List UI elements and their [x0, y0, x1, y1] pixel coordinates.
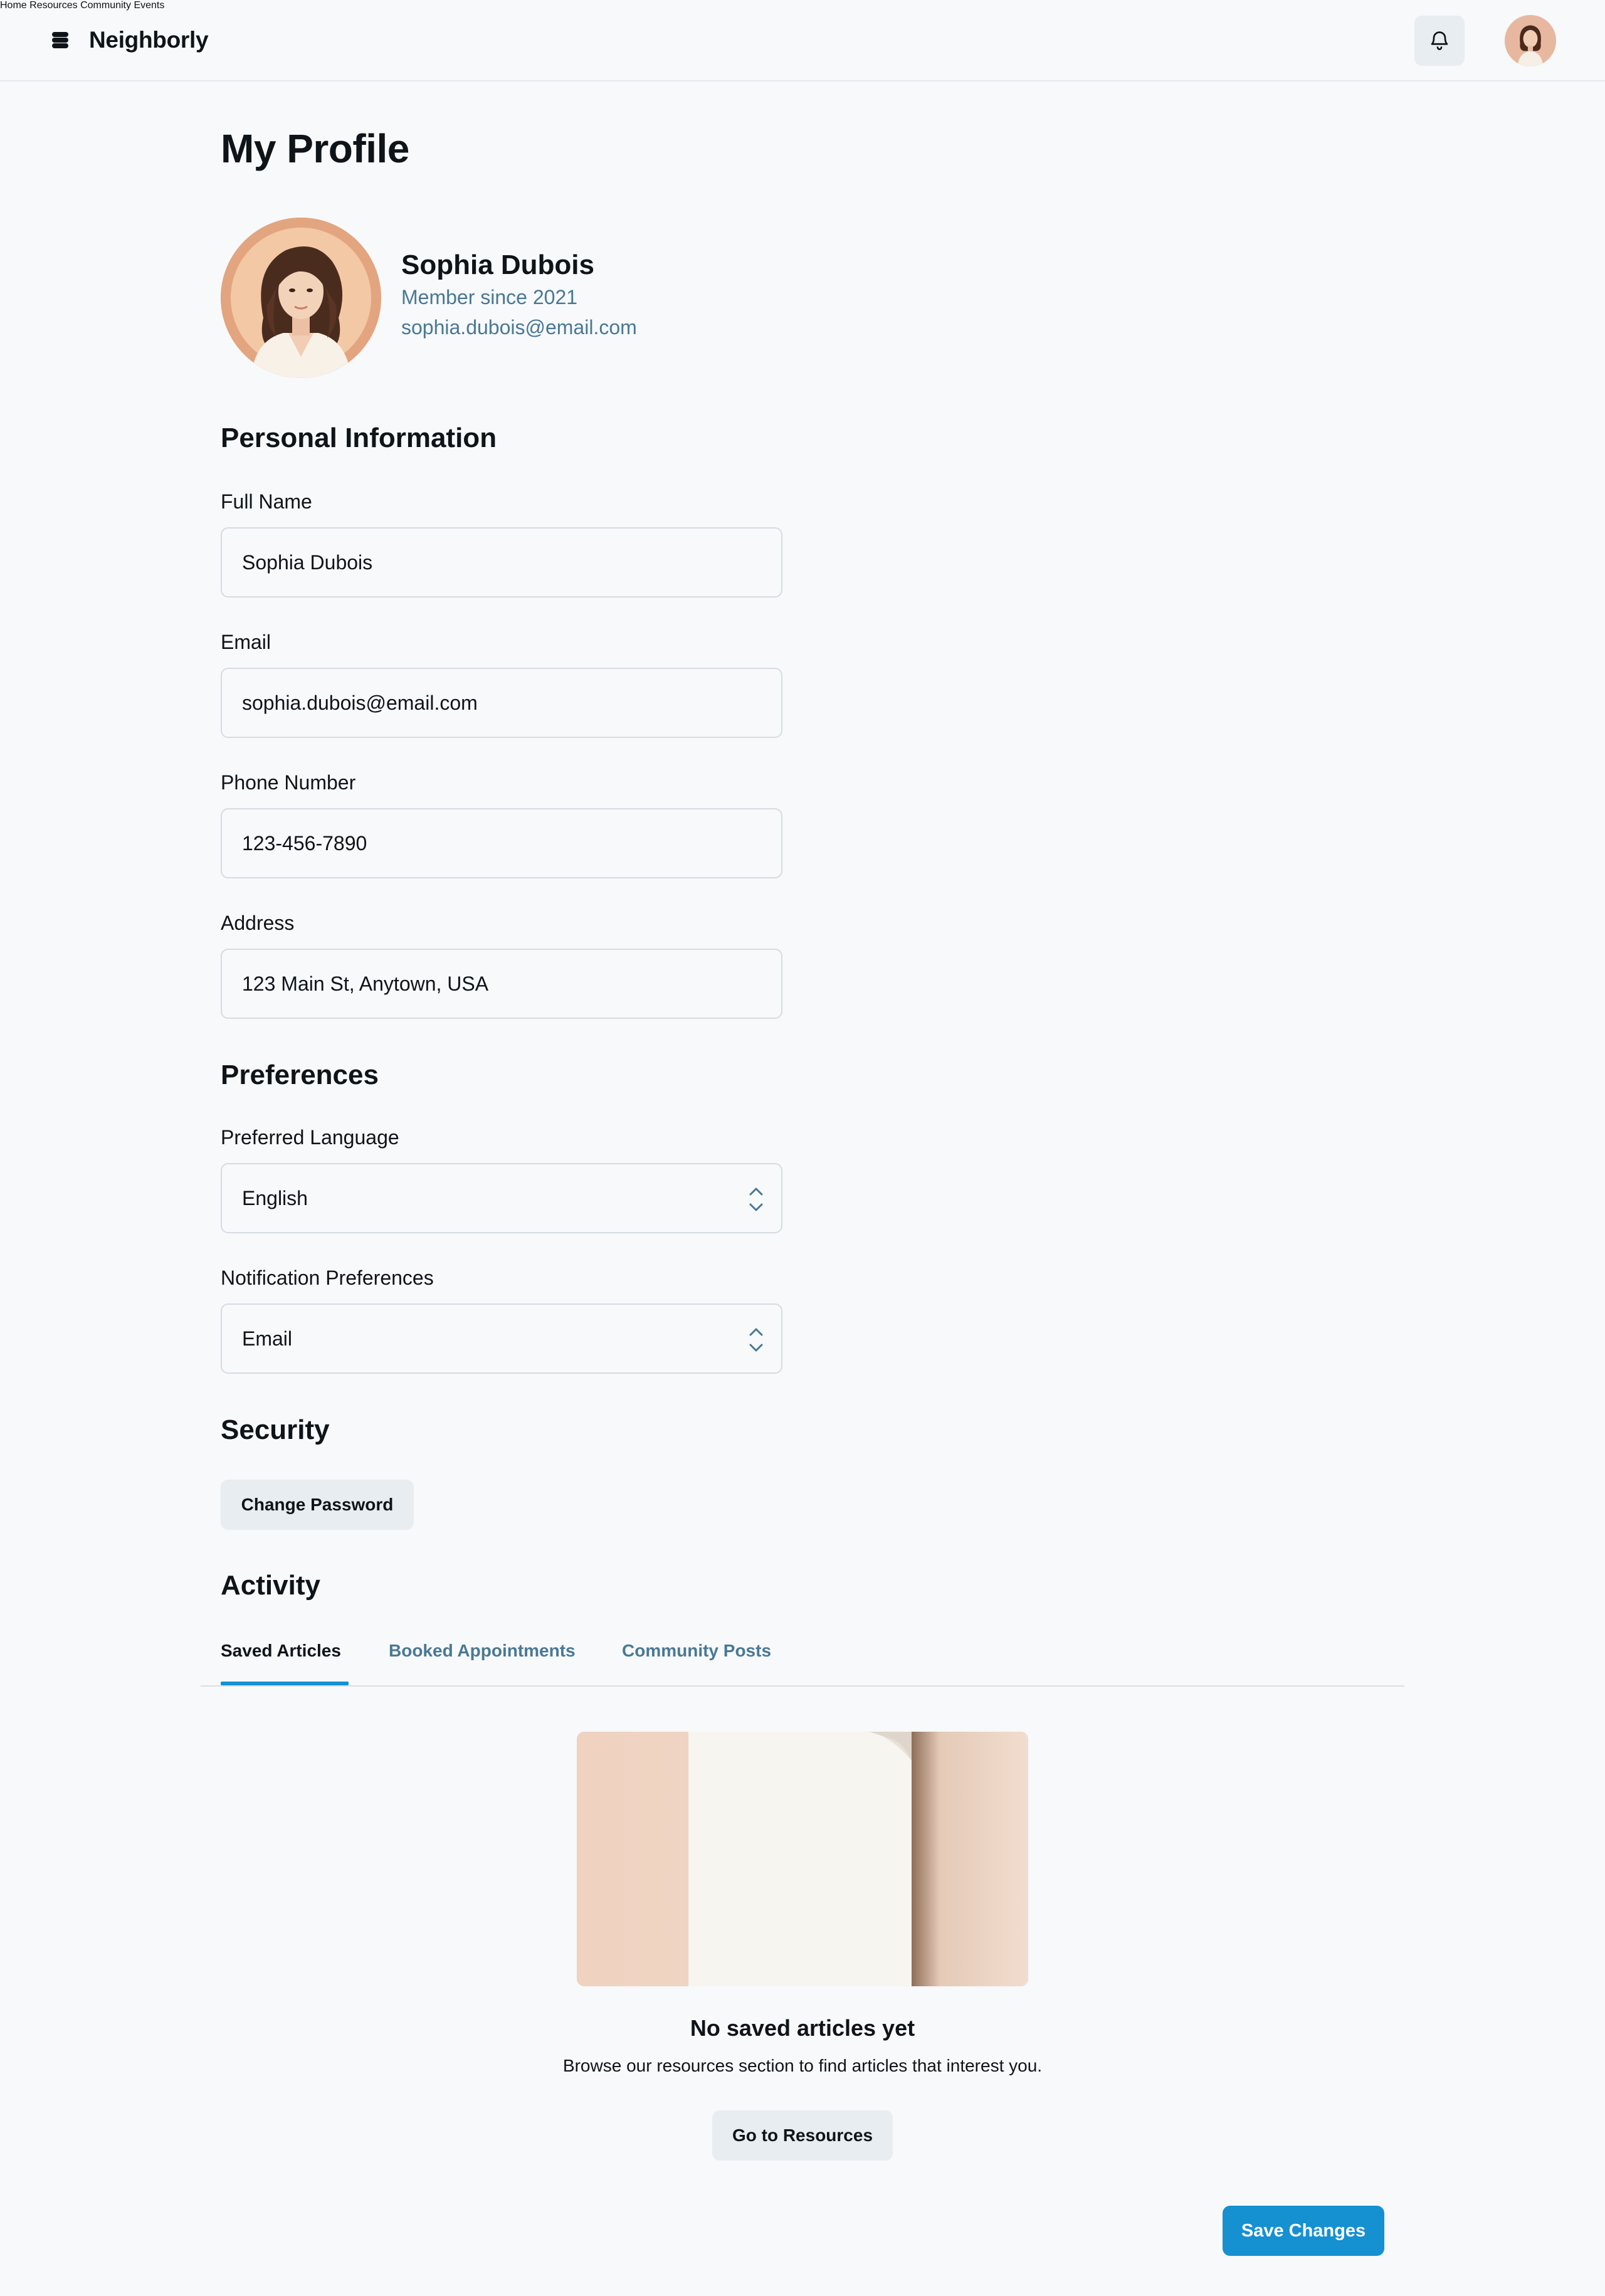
chevron-up-down-icon: [749, 1328, 763, 1352]
empty-state-title: No saved articles yet: [690, 2015, 915, 2041]
address-value: 123 Main St, Anytown, USA: [242, 972, 489, 995]
notifications-button[interactable]: [1414, 16, 1465, 66]
bell-icon: [1431, 31, 1448, 50]
security-heading: Security: [221, 1414, 330, 1445]
address-label: Address: [221, 912, 295, 934]
language-select[interactable]: English: [221, 1163, 782, 1233]
main-nav: Home Resources Community Events: [0, 0, 1605, 11]
save-changes-button[interactable]: Save Changes: [1223, 2206, 1384, 2256]
page-title: My Profile: [221, 126, 409, 171]
tab-community-posts[interactable]: Community Posts: [622, 1641, 771, 1661]
change-password-button[interactable]: Change Password: [221, 1480, 414, 1530]
phone-value: 123-456-7890: [242, 831, 367, 855]
profile-email: sophia.dubois@email.com: [401, 316, 637, 339]
empty-state-illustration: [577, 1732, 1028, 1986]
tab-saved-articles[interactable]: Saved Articles: [221, 1641, 341, 1661]
tabs-divider: [201, 1685, 1404, 1687]
nav-link-home[interactable]: Home: [0, 0, 27, 11]
nav-link-community[interactable]: Community: [80, 0, 131, 11]
full-name-value: Sophia Dubois: [242, 550, 373, 574]
profile-avatar[interactable]: [221, 218, 381, 378]
user-avatar[interactable]: [1505, 15, 1556, 66]
full-name-label: Full Name: [221, 490, 312, 513]
phone-label: Phone Number: [221, 771, 356, 794]
tab-booked-appointments[interactable]: Booked Appointments: [389, 1641, 576, 1661]
stack-logo-icon: [50, 30, 70, 50]
top-navigation-bar: Neighborly Home Resources Community Even…: [0, 0, 1605, 82]
chevron-up-down-icon: [749, 1187, 763, 1211]
nav-link-resources[interactable]: Resources: [29, 0, 77, 11]
email-value: sophia.dubois@email.com: [242, 691, 478, 714]
empty-state-subtitle: Browse our resources section to find art…: [562, 2056, 1043, 2075]
personal-info-heading: Personal Information: [221, 423, 497, 453]
preferences-heading: Preferences: [221, 1060, 379, 1090]
member-since: Member since 2021: [401, 286, 578, 308]
activity-heading: Activity: [221, 1570, 320, 1601]
profile-portrait: [221, 218, 381, 378]
email-label: Email: [221, 631, 271, 653]
brand-name: Neighborly: [89, 27, 209, 53]
avatar-portrait: [1505, 15, 1556, 66]
notification-select[interactable]: Email: [221, 1303, 782, 1374]
nav-link-events[interactable]: Events: [134, 0, 164, 11]
full-name-field[interactable]: Sophia Dubois: [221, 527, 782, 598]
brand-logo[interactable]: Neighborly: [50, 24, 209, 56]
profile-name: Sophia Dubois: [401, 250, 594, 280]
phone-field[interactable]: 123-456-7890: [221, 808, 782, 878]
language-label: Preferred Language: [221, 1126, 399, 1149]
address-field[interactable]: 123 Main St, Anytown, USA: [221, 949, 782, 1019]
go-to-resources-button[interactable]: Go to Resources: [712, 2110, 893, 2161]
notification-value: Email: [242, 1327, 293, 1350]
notification-label: Notification Preferences: [221, 1266, 434, 1289]
language-value: English: [242, 1186, 308, 1209]
email-field[interactable]: sophia.dubois@email.com: [221, 668, 782, 738]
